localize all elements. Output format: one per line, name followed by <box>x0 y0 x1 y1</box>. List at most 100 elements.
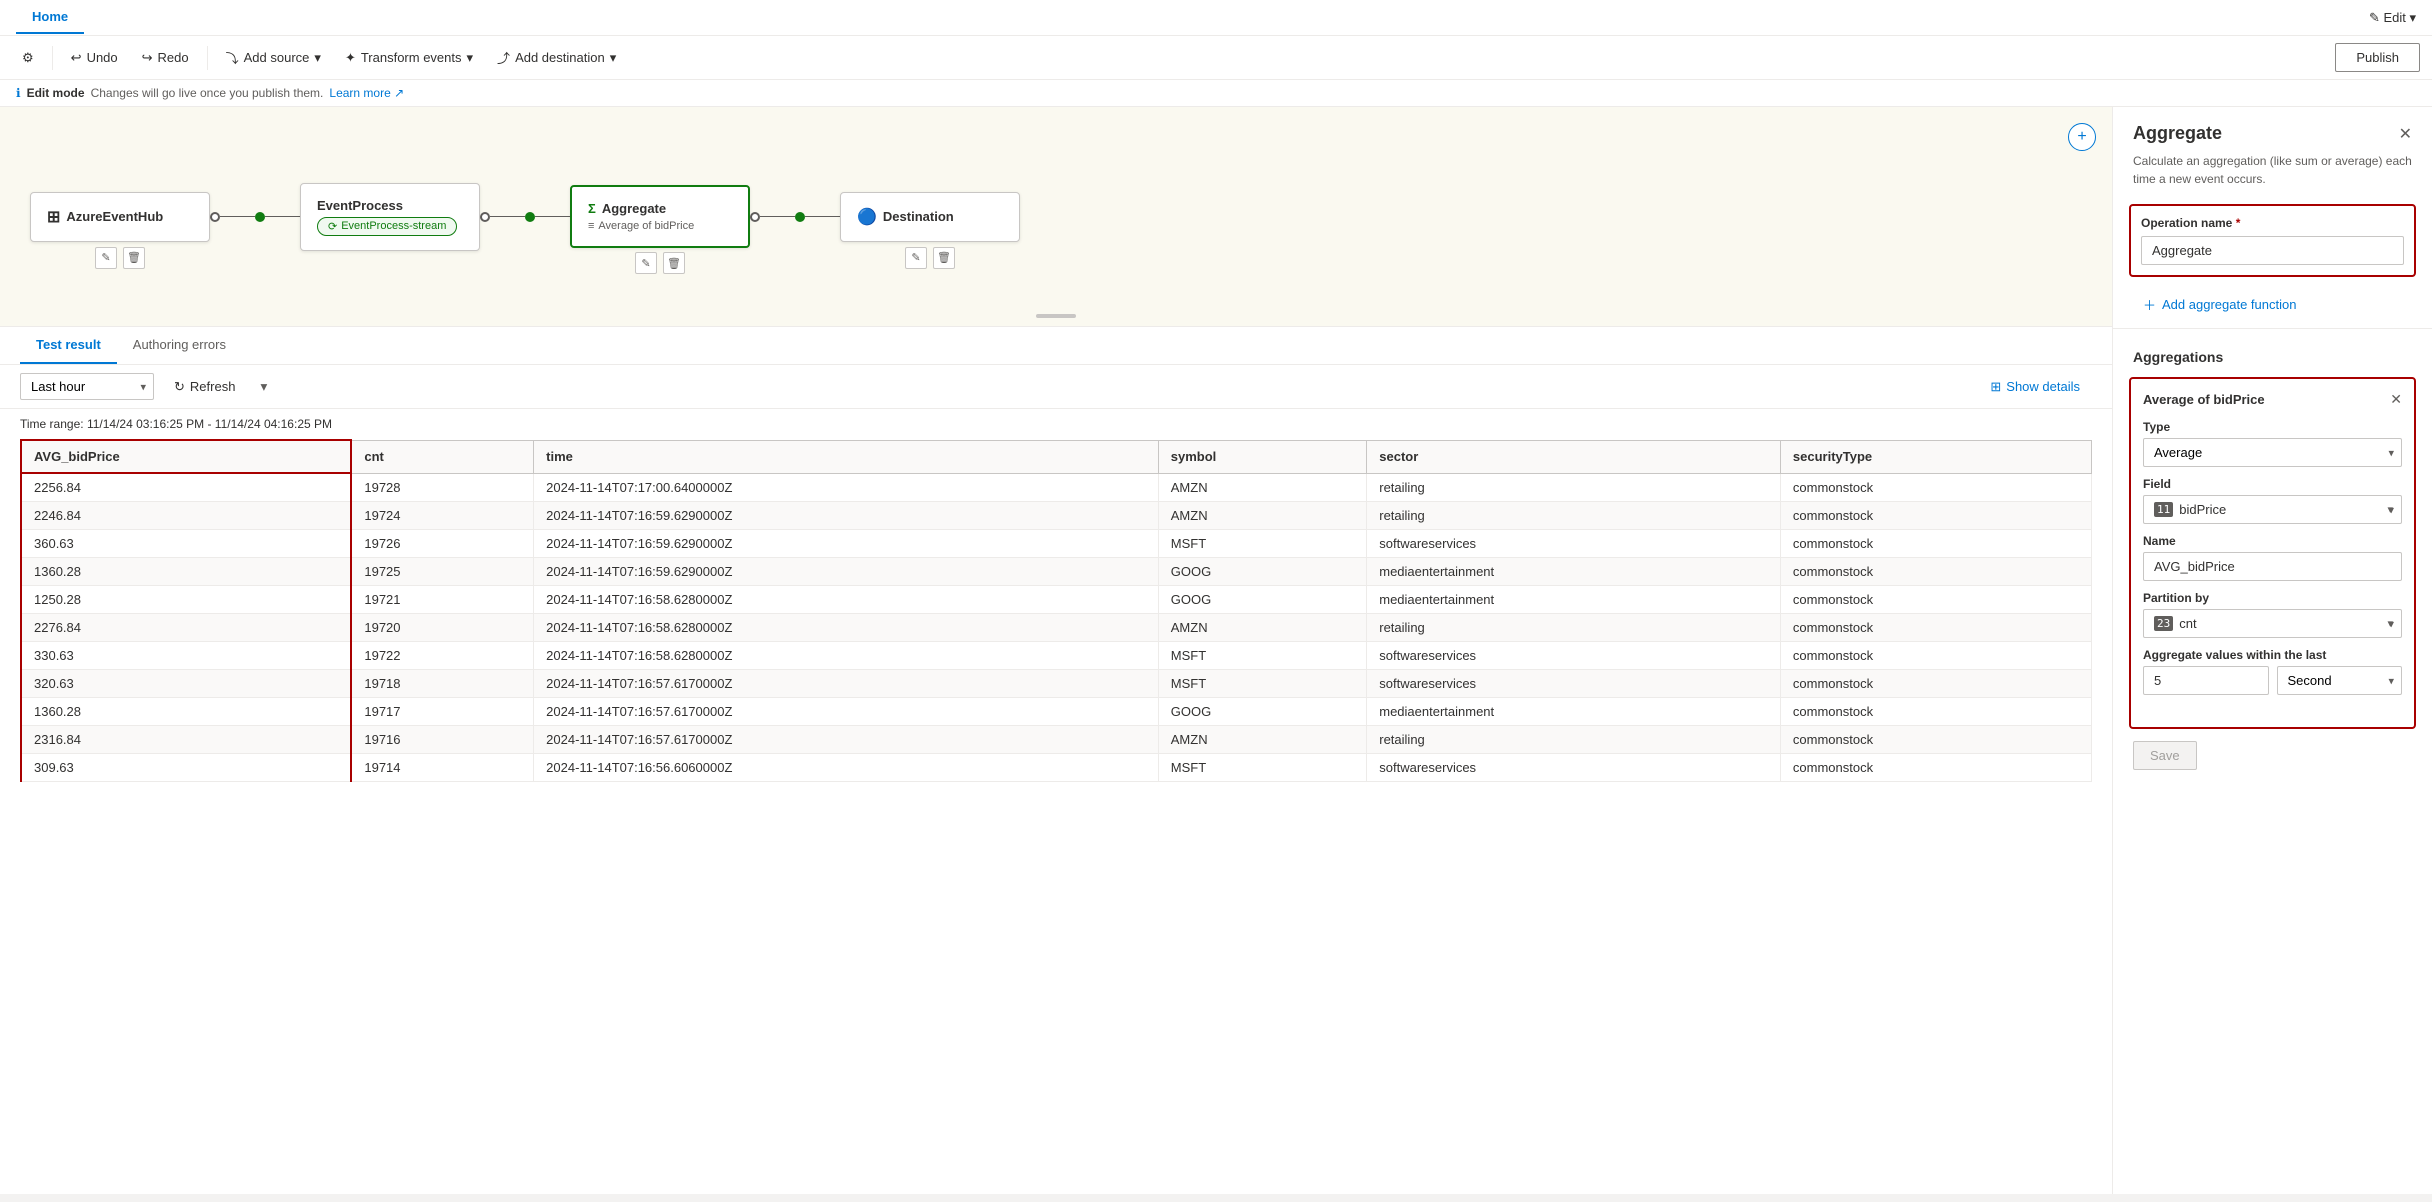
line-1b <box>265 216 300 218</box>
data-table: AVG_bidPrice cnt time symbol sector secu… <box>20 439 2092 782</box>
dot-1 <box>210 212 220 222</box>
table-cell: 19718 <box>351 670 533 698</box>
agg-card-close-button[interactable]: ✕ <box>2390 391 2402 408</box>
edit-destination-button[interactable]: ✎ <box>905 247 927 269</box>
field-label: Field <box>2143 477 2402 491</box>
table-body: 2256.84197282024-11-14T07:17:00.6400000Z… <box>21 473 2092 782</box>
table-cell: 320.63 <box>21 670 351 698</box>
table-cell: retailing <box>1367 614 1781 642</box>
table-cell: 2024-11-14T07:16:59.6290000Z <box>534 502 1159 530</box>
delete-destination-button[interactable]: 🗑 <box>933 247 955 269</box>
type-select-wrapper: Average Sum Count Min Max <box>2143 438 2402 467</box>
table-cell: 2024-11-14T07:17:00.6400000Z <box>534 473 1159 502</box>
destination-node[interactable]: 🔵 Destination ✎ 🗑 <box>840 192 1020 242</box>
table-cell: softwareservices <box>1367 642 1781 670</box>
type-select[interactable]: Average Sum Count Min Max <box>2143 438 2402 467</box>
name-input[interactable] <box>2143 552 2402 581</box>
azure-eventhub-title: ⊞ AzureEventHub <box>47 207 193 227</box>
table-cell: 19720 <box>351 614 533 642</box>
table-cell: commonstock <box>1780 473 2091 502</box>
table-header-row: AVG_bidPrice cnt time symbol sector secu… <box>21 440 2092 473</box>
publish-button[interactable]: Publish <box>2335 43 2420 72</box>
undo-button[interactable]: ↩ Undo <box>61 45 128 71</box>
node-aggregate[interactable]: Σ Aggregate ≡ Average of bidPrice ✎ 🗑 <box>570 185 750 248</box>
table-cell: commonstock <box>1780 558 2091 586</box>
azure-eventhub-node[interactable]: ⊞ AzureEventHub ✎ 🗑 <box>30 192 210 242</box>
col-header-security-type: securityType <box>1780 440 2091 473</box>
table-cell: AMZN <box>1158 473 1366 502</box>
aggregate-node[interactable]: Σ Aggregate ≡ Average of bidPrice ✎ 🗑 <box>570 185 750 248</box>
add-destination-chevron-icon: ▾ <box>610 50 617 66</box>
partition-select[interactable]: 23 cnt ▾ <box>2143 609 2402 638</box>
transform-events-button[interactable]: ✦ Transform events ▾ <box>335 45 483 71</box>
table-cell: commonstock <box>1780 670 2091 698</box>
top-tab-bar: Home ✎ Edit ▾ <box>0 0 2432 36</box>
table-cell: 2246.84 <box>21 502 351 530</box>
agg-card-header: Average of bidPrice ✕ <box>2143 391 2402 408</box>
operation-name-input[interactable] <box>2141 236 2404 265</box>
edit-aggregate-button[interactable]: ✎ <box>635 252 657 274</box>
field-chevron-icon: ▾ <box>2387 503 2393 516</box>
add-function-button[interactable]: ＋ Add aggregate function <box>2133 289 2412 320</box>
save-button[interactable]: Save <box>2133 741 2197 770</box>
event-process-node[interactable]: EventProcess ⟳ EventProcess-stream <box>300 183 480 251</box>
show-details-button[interactable]: ⊞ Show details <box>1978 374 2092 400</box>
field-field-group: Field 11 bidPrice ▾ <box>2143 477 2402 524</box>
dot-green-1 <box>255 212 265 222</box>
add-source-button[interactable]: ⤵ Add source ▾ <box>216 43 331 72</box>
tab-test-result[interactable]: Test result <box>20 327 117 364</box>
node-azure-event-hub[interactable]: ⊞ AzureEventHub ✎ 🗑 <box>30 192 210 242</box>
time-select[interactable]: Last hour Last 30 minutes Last 3 hours L… <box>20 373 154 400</box>
delete-node-button[interactable]: 🗑 <box>123 247 145 269</box>
add-destination-button[interactable]: ⤴ Add destination ▾ <box>487 43 626 72</box>
expand-button[interactable]: ▾ <box>255 374 272 400</box>
line-3b <box>805 216 840 218</box>
transform-chevron-icon: ▾ <box>467 50 474 66</box>
field-select[interactable]: 11 bidPrice ▾ <box>2143 495 2402 524</box>
table-cell: 19725 <box>351 558 533 586</box>
table-cell: MSFT <box>1158 754 1366 782</box>
table-cell: 19717 <box>351 698 533 726</box>
tab-home[interactable]: Home <box>16 1 84 34</box>
window-unit-select[interactable]: Second Minute Hour <box>2277 666 2403 695</box>
add-node-button[interactable]: + <box>2068 123 2096 151</box>
table-cell: 19724 <box>351 502 533 530</box>
arrow-3 <box>750 212 840 222</box>
redo-button[interactable]: ↪ Redo <box>132 45 199 71</box>
table-cell: 2024-11-14T07:16:57.6170000Z <box>534 698 1159 726</box>
table-cell: 2276.84 <box>21 614 351 642</box>
node-destination[interactable]: 🔵 Destination ✎ 🗑 <box>840 192 1020 242</box>
dot-2 <box>480 212 490 222</box>
table-cell: 2024-11-14T07:16:57.6170000Z <box>534 726 1159 754</box>
arrow-1 <box>210 212 300 222</box>
delete-aggregate-button[interactable]: 🗑 <box>663 252 685 274</box>
toolbar: ⚙ ↩ Undo ↪ Redo ⤵ Add source ▾ ✦ Transfo… <box>0 36 2432 80</box>
table-cell: commonstock <box>1780 614 2091 642</box>
operation-name-section: Operation name * <box>2129 204 2416 277</box>
table-row: 2316.84197162024-11-14T07:16:57.6170000Z… <box>21 726 2092 754</box>
table-cell: MSFT <box>1158 530 1366 558</box>
table-cell: 1360.28 <box>21 698 351 726</box>
edit-node-button[interactable]: ✎ <box>95 247 117 269</box>
node-event-process[interactable]: EventProcess ⟳ EventProcess-stream <box>300 183 480 251</box>
aggregate-title: Σ Aggregate <box>588 201 732 216</box>
pipeline-nodes-row: ⊞ AzureEventHub ✎ 🗑 <box>30 183 1020 251</box>
partition-type-icon: 23 <box>2154 616 2173 631</box>
panel-close-button[interactable]: ✕ <box>2399 124 2412 144</box>
settings-button[interactable]: ⚙ <box>12 45 44 71</box>
window-number-input[interactable] <box>2143 666 2269 695</box>
event-process-title: EventProcess <box>317 198 463 213</box>
destination-title: 🔵 Destination <box>857 207 1003 227</box>
tab-authoring-errors[interactable]: Authoring errors <box>117 327 242 364</box>
refresh-button[interactable]: ↻ Refresh <box>162 374 247 400</box>
aggregate-subtitle: ≡ Average of bidPrice <box>588 220 732 232</box>
panel-header: Aggregate ✕ <box>2113 107 2432 152</box>
table-cell: commonstock <box>1780 502 2091 530</box>
learn-more-link[interactable]: Learn more ↗ <box>329 86 404 100</box>
table-cell: GOOG <box>1158 558 1366 586</box>
stream-chip: ⟳ EventProcess-stream <box>317 217 457 236</box>
edit-button[interactable]: ✎ Edit ▾ <box>2369 10 2416 26</box>
table-cell: 309.63 <box>21 754 351 782</box>
table-row: 1360.28197252024-11-14T07:16:59.6290000Z… <box>21 558 2092 586</box>
add-destination-icon: ⤴ <box>497 48 510 67</box>
